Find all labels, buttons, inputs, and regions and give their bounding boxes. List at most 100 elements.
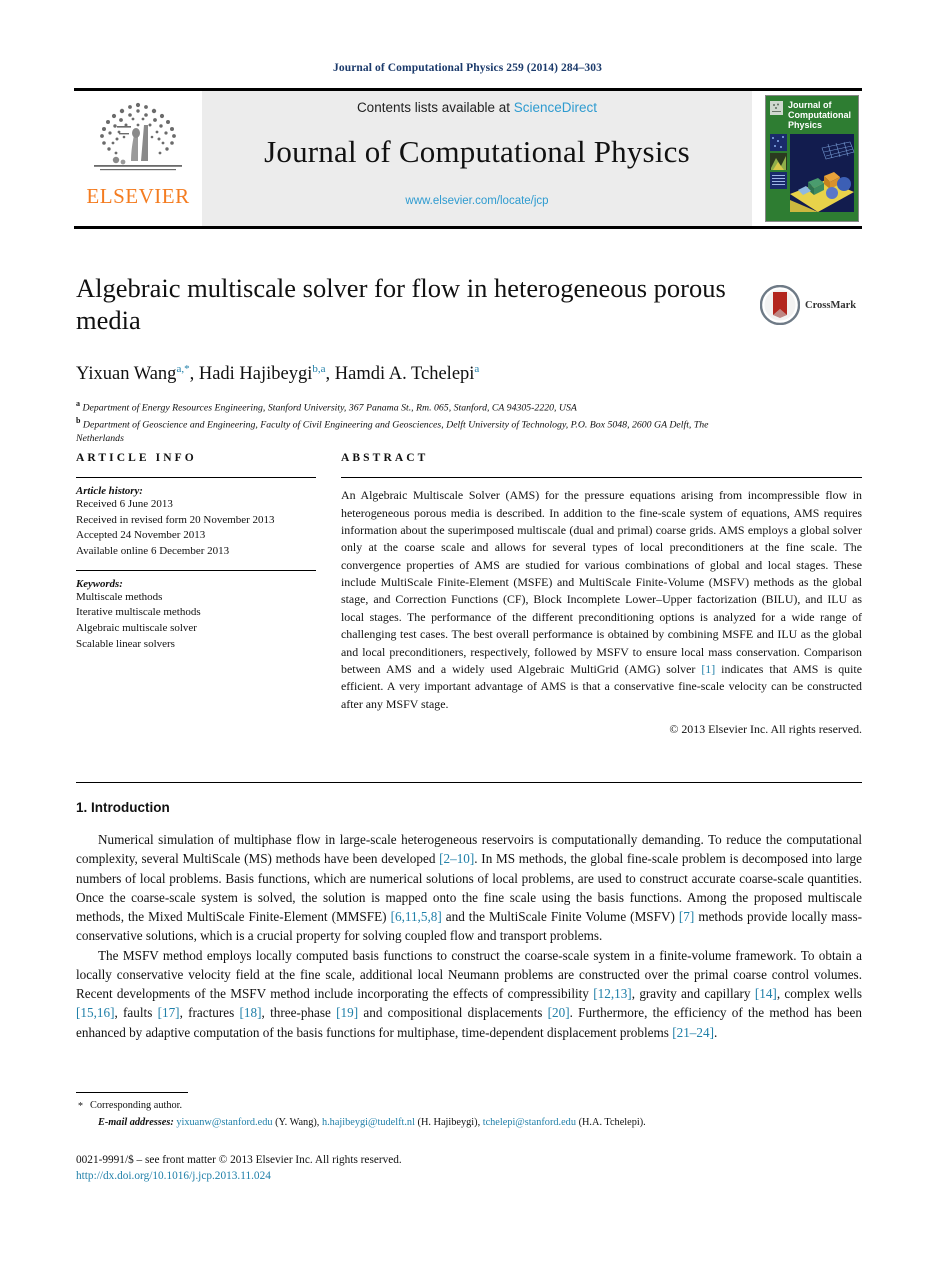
article-info-column: ARTICLE INFO Article history: Received 6… — [76, 452, 316, 737]
abstract-part-1: An Algebraic Multiscale Solver (AMS) for… — [341, 488, 862, 676]
abstract-text: An Algebraic Multiscale Solver (AMS) for… — [341, 487, 862, 713]
journal-cover-thumbnail: Journal of Computational Physics — [762, 91, 862, 226]
history-item: Accepted 24 November 2013 — [76, 529, 206, 542]
paragraph: The MSFV method employs locally computed… — [76, 946, 862, 1042]
text-run: and compositional displacements — [358, 1005, 548, 1021]
article-history-label: Article history: — [76, 485, 143, 498]
keyword-item: Iterative multiscale methods — [76, 606, 201, 619]
journal-cover-artwork-icon: Journal of Computational Physics — [766, 96, 858, 221]
journal-masthead: ELSEVIER Contents lists available at Sci… — [74, 88, 862, 229]
history-item: Received in revised form 20 November 201… — [76, 513, 275, 526]
page-title: Algebraic multiscale solver for flow in … — [76, 273, 726, 336]
email-owner: (H. Hajibeygi) — [417, 1117, 478, 1129]
citation-link[interactable]: [2–10] — [439, 851, 474, 866]
masthead-bottom-rule — [74, 226, 862, 229]
title-block: Algebraic multiscale solver for flow in … — [76, 272, 752, 446]
crossmark-badge[interactable]: CrossMark — [760, 283, 864, 327]
column-gap — [316, 452, 341, 737]
author-list: Yixuan Wanga,*, Hadi Hajibeygib,a, Hamdi… — [76, 362, 480, 384]
citation-link[interactable]: [1] — [701, 662, 715, 676]
keywords-block: Keywords: Multiscale methods Iterative m… — [76, 578, 316, 652]
email-label: E-mail addresses: — [98, 1117, 174, 1129]
paragraph: Numerical simulation of multiphase flow … — [76, 830, 862, 946]
footnote-block: * Corresponding author. E-mail addresses:… — [76, 1098, 862, 1131]
text-run: and the MultiScale Finite Volume (MSFV) — [441, 909, 679, 925]
citation-link[interactable]: [6,11,5,8] — [391, 909, 442, 924]
email-addresses-line: E-mail addresses: yixuanw@stanford.edu (… — [98, 1117, 646, 1129]
imprint-block: 0021-9991/$ – see front matter © 2013 El… — [76, 1152, 862, 1185]
history-item: Available online 6 December 2013 — [76, 545, 230, 558]
affiliation-text: Department of Geoscience and Engineering… — [76, 419, 709, 445]
text-run: , gravity and capillary — [631, 986, 755, 1002]
email-owner: (H.A. Tchelepi) — [578, 1117, 644, 1129]
keyword-item: Algebraic multiscale solver — [76, 622, 197, 635]
keywords-rule — [76, 569, 316, 571]
journal-title: Journal of Computational Physics — [264, 134, 690, 169]
citation-link[interactable]: [12,13] — [593, 986, 631, 1001]
contents-band: Contents lists available at ScienceDirec… — [202, 91, 752, 226]
history-item: Received 6 June 2013 — [76, 498, 173, 511]
abstract-rule — [341, 477, 862, 479]
text-run: , faults — [114, 1005, 158, 1021]
citation-link[interactable]: [21–24] — [672, 1025, 714, 1040]
elsevier-tree-icon — [94, 102, 182, 171]
email-link[interactable]: yixuanw@stanford.edu — [176, 1117, 272, 1128]
affiliation-item: b Department of Geoscience and Engineeri… — [76, 415, 752, 446]
section-heading-introduction: 1. Introduction — [76, 800, 170, 815]
journal-homepage-link[interactable]: www.elsevier.com/locate/jcp — [405, 195, 548, 207]
asterisk-icon: * — [78, 1101, 83, 1112]
author-name: Hadi Hajibeygi — [198, 363, 313, 384]
author-name: Hamdi A. Tchelepi — [334, 363, 475, 384]
body-content: 1. Introduction Numerical simulation of … — [76, 800, 862, 1042]
citation-link[interactable]: [18] — [240, 1005, 262, 1020]
svg-text:Physics: Physics — [788, 120, 822, 130]
keywords-label: Keywords: — [76, 577, 123, 590]
doi-link[interactable]: http://dx.doi.org/10.1016/j.jcp.2013.11.… — [76, 1168, 862, 1184]
affiliation-mark: a — [76, 398, 80, 408]
elsevier-wordmark: ELSEVIER — [86, 184, 190, 208]
elsevier-logo: ELSEVIER — [74, 91, 202, 226]
svg-text:Computational: Computational — [788, 110, 851, 120]
body-separator-rule — [76, 782, 862, 783]
citation-link[interactable]: [20] — [548, 1005, 570, 1020]
article-page: Journal of Computational Physics 259 (20… — [0, 0, 935, 1266]
article-info-rule — [76, 477, 316, 479]
text-run: , fractures — [179, 1005, 240, 1021]
contents-available-line: Contents lists available at ScienceDirec… — [357, 100, 597, 115]
author-marks: a,* — [176, 362, 190, 375]
keyword-item: Multiscale methods — [76, 590, 163, 603]
affiliation-item: a Department of Energy Resources Enginee… — [76, 398, 752, 415]
svg-text:Journal of: Journal of — [788, 100, 833, 110]
abstract-column: ABSTRACT An Algebraic Multiscale Solver … — [341, 452, 862, 737]
contents-prefix: Contents lists available at — [356, 100, 514, 115]
author-marks: a — [474, 362, 480, 375]
article-info-heading: ARTICLE INFO — [76, 452, 197, 464]
abstract-heading: ABSTRACT — [341, 452, 429, 464]
corresponding-author-text: Corresponding author. — [90, 1100, 183, 1111]
citation-link[interactable]: [7] — [679, 909, 694, 924]
copyright-line: © 2013 Elsevier Inc. All rights reserved… — [669, 722, 862, 737]
keyword-item: Scalable linear solvers — [76, 637, 175, 650]
issn-copyright-line: 0021-9991/$ – see front matter © 2013 El… — [76, 1154, 402, 1166]
citation-link[interactable]: [14] — [755, 986, 777, 1001]
email-link[interactable]: tchelepi@stanford.edu — [483, 1117, 576, 1128]
author-marks: b,a — [312, 362, 326, 375]
affiliation-text: Department of Energy Resources Engineeri… — [82, 402, 577, 414]
crossmark-label: CrossMark — [805, 299, 857, 311]
text-run: . — [713, 1024, 718, 1040]
footnote-rule — [76, 1092, 188, 1093]
text-run: , three-phase — [261, 1005, 337, 1021]
email-owner: (Y. Wang) — [275, 1117, 317, 1129]
citation-link[interactable]: [15,16] — [76, 1005, 114, 1020]
article-history-block: Article history: Received 6 June 2013 Re… — [76, 485, 316, 559]
running-head: Journal of Computational Physics 259 (20… — [333, 62, 602, 74]
email-link[interactable]: h.hajibeygi@tudelft.nl — [322, 1117, 415, 1128]
affiliation-list: a Department of Energy Resources Enginee… — [76, 398, 752, 446]
citation-link[interactable]: [19] — [336, 1005, 358, 1020]
citation-link[interactable]: [17] — [158, 1005, 180, 1020]
affiliation-mark: b — [76, 415, 81, 425]
text-run: , complex wells — [776, 986, 862, 1002]
author-name: Yixuan Wang — [76, 363, 177, 384]
info-abstract-row: ARTICLE INFO Article history: Received 6… — [76, 452, 862, 737]
sciencedirect-link[interactable]: ScienceDirect — [514, 100, 597, 115]
